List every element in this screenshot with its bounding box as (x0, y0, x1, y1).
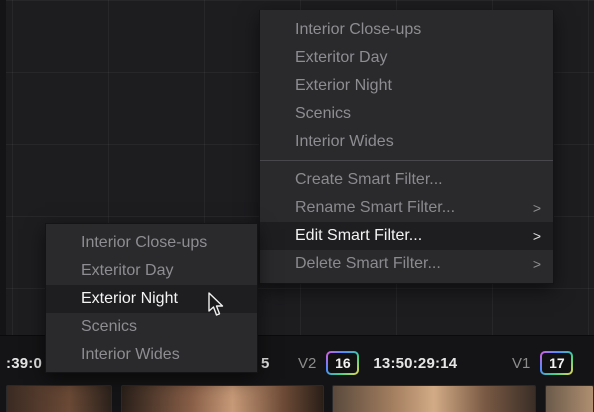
clip-track-fragment: 5 (261, 354, 270, 372)
submenu-item[interactable]: Interior Wides (46, 341, 257, 369)
menu-item-filter[interactable]: Scenics (260, 100, 553, 128)
edit-smart-filter-submenu: Interior Close-ups Exteritor Day Exterio… (45, 223, 258, 373)
clip-thumbnail[interactable] (6, 385, 112, 412)
clip-timecode: 13:50:29:14 (373, 354, 458, 372)
clip-number-badge: 17 (540, 351, 573, 375)
clip-info-a: :39:0 (6, 350, 42, 376)
menu-item-label: Edit Smart Filter... (295, 227, 423, 244)
menu-separator (260, 160, 553, 161)
menu-item-filter[interactable]: Exterior Night (260, 72, 553, 100)
clip-info-b: 5 (261, 350, 270, 376)
clip-number-badge: 16 (326, 351, 359, 375)
smart-filter-context-menu: Interior Close-ups Exteritor Day Exterio… (259, 10, 554, 284)
delete-smart-filter-item[interactable]: Delete Smart Filter... > (260, 250, 553, 278)
menu-item-label: Rename Smart Filter... (295, 199, 456, 216)
menu-item-filter[interactable]: Interior Wides (260, 128, 553, 156)
clip-track-label: V2 (298, 354, 317, 372)
rename-smart-filter-item[interactable]: Rename Smart Filter... > (260, 194, 553, 222)
clip-timecode: :39:0 (6, 354, 43, 372)
edit-smart-filter-item[interactable]: Edit Smart Filter... > (260, 222, 553, 250)
chevron-right-icon: > (532, 228, 541, 244)
submenu-item[interactable]: Exteritor Day (46, 257, 257, 285)
submenu-item[interactable]: Interior Close-ups (46, 229, 257, 257)
mouse-pointer-icon (208, 292, 224, 316)
menu-item-label: Create Smart Filter... (295, 171, 443, 188)
menu-item-filter[interactable]: Exteritor Day (260, 44, 553, 72)
create-smart-filter-item[interactable]: Create Smart Filter... (260, 166, 553, 194)
clip-info-d: V1 17 (512, 350, 573, 376)
clip-thumbnail[interactable] (332, 385, 536, 412)
menu-item-label: Delete Smart Filter... (295, 255, 441, 272)
clip-thumbnail[interactable] (121, 385, 324, 412)
chevron-right-icon: > (532, 256, 541, 272)
chevron-right-icon: > (532, 200, 541, 216)
clip-info-c: V2 16 13:50:29:14 (298, 350, 457, 376)
clip-thumbnail[interactable] (545, 385, 594, 412)
menu-item-filter[interactable]: Interior Close-ups (260, 16, 553, 44)
clip-track-label: V1 (512, 354, 531, 372)
